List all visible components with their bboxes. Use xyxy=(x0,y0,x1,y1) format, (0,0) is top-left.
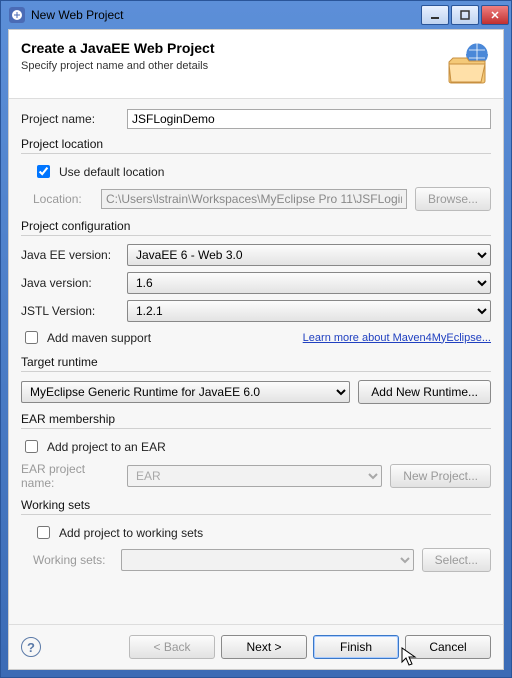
add-maven-checkbox[interactable] xyxy=(25,331,38,344)
close-icon xyxy=(490,10,500,20)
jstl-version-select[interactable]: 1.2.1 xyxy=(127,300,491,322)
form-area: Project name: Project location Use defau… xyxy=(9,99,503,624)
folder-globe-icon xyxy=(443,40,491,88)
add-to-working-sets-label: Add project to working sets xyxy=(59,526,203,540)
project-name-label: Project name: xyxy=(21,112,119,126)
close-button[interactable] xyxy=(481,5,509,25)
project-name-input[interactable] xyxy=(127,109,491,129)
add-to-ear-label: Add project to an EAR xyxy=(47,440,166,454)
finish-button[interactable]: Finish xyxy=(313,635,399,659)
maximize-icon xyxy=(460,10,470,20)
target-runtime-select[interactable]: MyEclipse Generic Runtime for JavaEE 6.0 xyxy=(21,381,350,403)
new-ear-project-button: New Project... xyxy=(390,464,491,488)
help-button[interactable]: ? xyxy=(21,637,41,657)
ear-membership-title: EAR membership xyxy=(21,412,491,426)
cancel-button[interactable]: Cancel xyxy=(405,635,491,659)
dialog-window: New Web Project Create a JavaEE Web Proj… xyxy=(0,0,512,678)
location-input xyxy=(101,189,407,209)
working-sets-title: Working sets xyxy=(21,498,491,512)
target-runtime-title: Target runtime xyxy=(21,355,491,369)
location-label: Location: xyxy=(33,192,93,206)
window-controls xyxy=(421,5,509,25)
ear-project-name-select: EAR xyxy=(127,465,382,487)
javaee-version-label: Java EE version: xyxy=(21,248,119,262)
app-icon xyxy=(9,7,25,23)
add-runtime-button[interactable]: Add New Runtime... xyxy=(358,380,491,404)
select-working-sets-button: Select... xyxy=(422,548,491,572)
banner-heading: Create a JavaEE Web Project xyxy=(21,40,435,56)
jstl-version-label: JSTL Version: xyxy=(21,304,119,318)
banner: Create a JavaEE Web Project Specify proj… xyxy=(9,30,503,99)
window-title: New Web Project xyxy=(31,8,421,22)
learn-maven-link[interactable]: Learn more about Maven4MyEclipse... xyxy=(303,332,491,344)
maximize-button[interactable] xyxy=(451,5,479,25)
working-sets-label: Working sets: xyxy=(33,553,113,567)
javaee-version-select[interactable]: JavaEE 6 - Web 3.0 xyxy=(127,244,491,266)
project-config-title: Project configuration xyxy=(21,219,491,233)
java-version-select[interactable]: 1.6 xyxy=(127,272,491,294)
button-bar: ? < Back Next > Finish Cancel xyxy=(9,624,503,669)
next-button[interactable]: Next > xyxy=(221,635,307,659)
minimize-button[interactable] xyxy=(421,5,449,25)
use-default-location-checkbox[interactable] xyxy=(37,165,50,178)
working-sets-select xyxy=(121,549,414,571)
project-location-title: Project location xyxy=(21,137,491,151)
add-maven-label: Add maven support xyxy=(47,331,151,345)
dialog-content: Create a JavaEE Web Project Specify proj… xyxy=(8,29,504,670)
minimize-icon xyxy=(430,10,440,20)
banner-subheading: Specify project name and other details xyxy=(21,60,435,72)
add-to-working-sets-checkbox[interactable] xyxy=(37,526,50,539)
back-button: < Back xyxy=(129,635,215,659)
java-version-label: Java version: xyxy=(21,276,119,290)
browse-button: Browse... xyxy=(415,187,491,211)
ear-project-name-label: EAR project name: xyxy=(21,462,119,490)
help-icon: ? xyxy=(27,640,35,655)
use-default-location-label: Use default location xyxy=(59,165,164,179)
add-to-ear-checkbox[interactable] xyxy=(25,440,38,453)
titlebar[interactable]: New Web Project xyxy=(1,1,511,29)
